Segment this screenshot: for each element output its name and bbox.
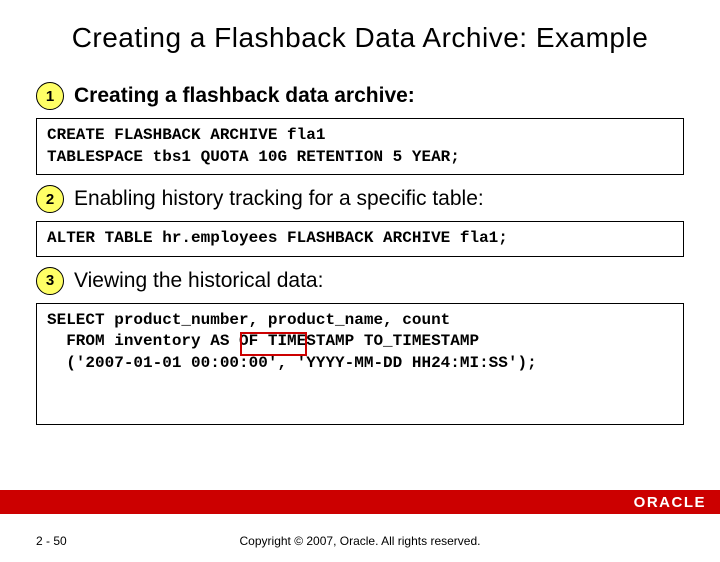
- step-badge: 3: [36, 267, 64, 295]
- slide: Creating a Flashback Data Archive: Examp…: [0, 22, 720, 562]
- step-2: 2 Enabling history tracking for a specif…: [36, 185, 684, 213]
- copyright-text: Copyright © 2007, Oracle. All rights res…: [0, 534, 720, 548]
- page-number: 2 - 50: [36, 534, 67, 548]
- step-label: Viewing the historical data:: [74, 269, 323, 293]
- step-1: 1 Creating a flashback data archive:: [36, 82, 684, 110]
- code-box-1: CREATE FLASHBACK ARCHIVE fla1 TABLESPACE…: [36, 118, 684, 175]
- code-box-3: SELECT product_number, product_name, cou…: [36, 303, 684, 425]
- highlight-box: [240, 332, 307, 356]
- oracle-logo: ORACLE: [634, 494, 706, 511]
- code-box-2: ALTER TABLE hr.employees FLASHBACK ARCHI…: [36, 221, 684, 257]
- step-3: 3 Viewing the historical data:: [36, 267, 684, 295]
- step-label: Creating a flashback data archive:: [74, 84, 415, 108]
- step-badge: 1: [36, 82, 64, 110]
- slide-title: Creating a Flashback Data Archive: Examp…: [0, 22, 720, 54]
- footer-text: 2 - 50 Copyright © 2007, Oracle. All rig…: [0, 534, 720, 548]
- step-badge: 2: [36, 185, 64, 213]
- step-label: Enabling history tracking for a specific…: [74, 187, 484, 211]
- slide-content: 1 Creating a flashback data archive: CRE…: [0, 82, 720, 425]
- footer-bar: ORACLE: [0, 490, 720, 514]
